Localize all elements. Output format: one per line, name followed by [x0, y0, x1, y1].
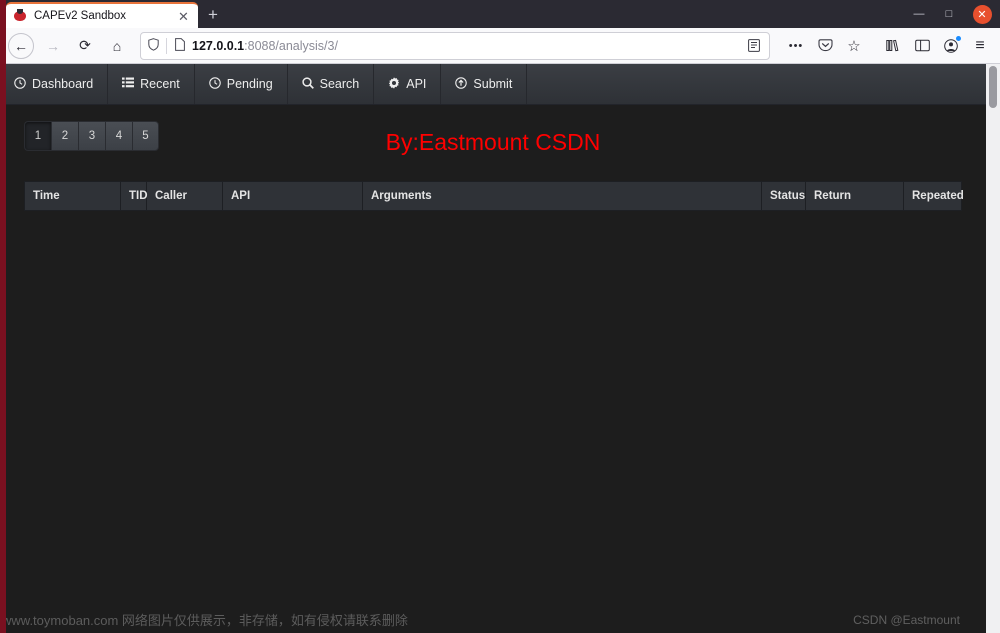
col-arguments: Arguments — [362, 181, 762, 211]
divider — [166, 37, 167, 54]
forward-button[interactable]: → — [38, 32, 68, 60]
window-controls: — □ ✕ — [904, 0, 1000, 28]
browser-viewport: Dashboard Recent Pending Search API Subm… — [0, 64, 1000, 633]
nav-item-submit[interactable]: Submit — [441, 64, 528, 104]
page-title: By:Eastmount CSDN — [385, 129, 601, 155]
nav-label: Dashboard — [32, 77, 94, 91]
watermark-left: www.toymoban.com 网络图片仅供展示，非存储，如有侵权请联系删除 — [2, 613, 408, 628]
close-window-button[interactable]: ✕ — [964, 0, 1000, 28]
upload-icon — [455, 76, 468, 92]
url-path: :8088/analysis/3/ — [244, 38, 338, 53]
clock-icon — [209, 76, 221, 92]
col-status: Status — [761, 181, 806, 211]
table-head: Time TID Caller API Arguments Status Ret… — [24, 181, 964, 211]
toolbar-right-actions: ••• ☆ ≡ — [778, 32, 994, 60]
search-icon — [301, 76, 314, 92]
nav-label: Recent — [140, 77, 180, 91]
new-tab-button[interactable]: + — [198, 2, 228, 28]
minimize-button[interactable]: — — [904, 0, 934, 28]
app-menu-button[interactable]: ≡ — [966, 32, 994, 60]
maximize-button[interactable]: □ — [934, 0, 964, 28]
analysis-content: 1 2 3 4 5 By:Eastmount CSDN Time TID Cal… — [0, 105, 986, 211]
clock-icon — [14, 76, 26, 92]
col-repeated: Repeated — [903, 181, 964, 211]
close-icon: ✕ — [972, 4, 992, 24]
account-notification-dot — [956, 35, 961, 41]
reload-button[interactable]: ⟳ — [70, 32, 100, 60]
api-calls-table: Time TID Caller API Arguments Status Ret… — [24, 181, 964, 211]
scrollbar-thumb[interactable] — [989, 66, 997, 108]
url-host: 127.0.0.1 — [192, 38, 245, 53]
browser-toolbar: ← → ⟳ ⌂ 127.0.0.1:8088/analysis/3/ ••• ☆… — [0, 28, 1000, 64]
pocket-icon[interactable] — [811, 32, 839, 60]
watermark-right: CSDN @Eastmount — [853, 613, 960, 627]
url-text: 127.0.0.1:8088/analysis/3/ — [192, 39, 738, 53]
bookmark-star-icon[interactable]: ☆ — [840, 32, 868, 60]
address-bar[interactable]: 127.0.0.1:8088/analysis/3/ — [140, 31, 770, 60]
close-icon[interactable]: ✕ — [176, 9, 191, 24]
back-button[interactable]: ← — [8, 32, 34, 59]
page-content: Dashboard Recent Pending Search API Subm… — [0, 64, 986, 633]
home-button[interactable]: ⌂ — [102, 32, 132, 60]
cape-logo-icon — [13, 9, 27, 23]
nav-label: Pending — [226, 77, 273, 91]
nav-label: Submit — [473, 77, 513, 91]
top-row: 1 2 3 4 5 By:Eastmount CSDN — [24, 121, 962, 181]
address-bar-actions — [743, 35, 765, 57]
account-icon[interactable] — [937, 32, 965, 60]
nav-item-recent[interactable]: Recent — [108, 64, 195, 104]
shield-icon[interactable] — [145, 37, 161, 54]
tab-title: CAPEv2 Sandbox — [34, 10, 127, 22]
nav-item-api[interactable]: API — [374, 64, 442, 104]
site-navbar: Dashboard Recent Pending Search API Subm… — [0, 64, 986, 105]
sidebar-icon[interactable] — [908, 32, 936, 60]
col-return: Return — [805, 181, 904, 211]
window-left-edge — [0, 0, 6, 633]
table-header-row: Time TID Caller API Arguments Status Ret… — [24, 181, 964, 211]
more-options-button[interactable]: ••• — [782, 32, 810, 60]
page-scrollbar[interactable] — [986, 64, 1000, 633]
col-tid: TID — [120, 181, 148, 211]
col-caller: Caller — [146, 181, 223, 211]
col-api: API — [222, 181, 363, 211]
tab-strip: CAPEv2 Sandbox ✕ + — □ ✕ — [0, 0, 1000, 28]
reader-mode-icon[interactable] — [743, 35, 765, 57]
browser-tab[interactable]: CAPEv2 Sandbox ✕ — [6, 2, 198, 28]
library-icon[interactable] — [879, 32, 907, 60]
browser-window: CAPEv2 Sandbox ✕ + — □ ✕ ← → ⟳ ⌂ 127.0.0… — [0, 0, 1000, 633]
nav-item-search[interactable]: Search — [288, 64, 375, 104]
nav-label: API — [406, 77, 427, 91]
nav-item-dashboard[interactable]: Dashboard — [0, 64, 109, 104]
page-icon — [172, 37, 187, 54]
nav-label: Search — [319, 77, 360, 91]
gear-icon — [388, 76, 400, 92]
list-icon — [122, 77, 135, 91]
col-time: Time — [24, 181, 121, 211]
nav-item-pending[interactable]: Pending — [195, 64, 288, 104]
